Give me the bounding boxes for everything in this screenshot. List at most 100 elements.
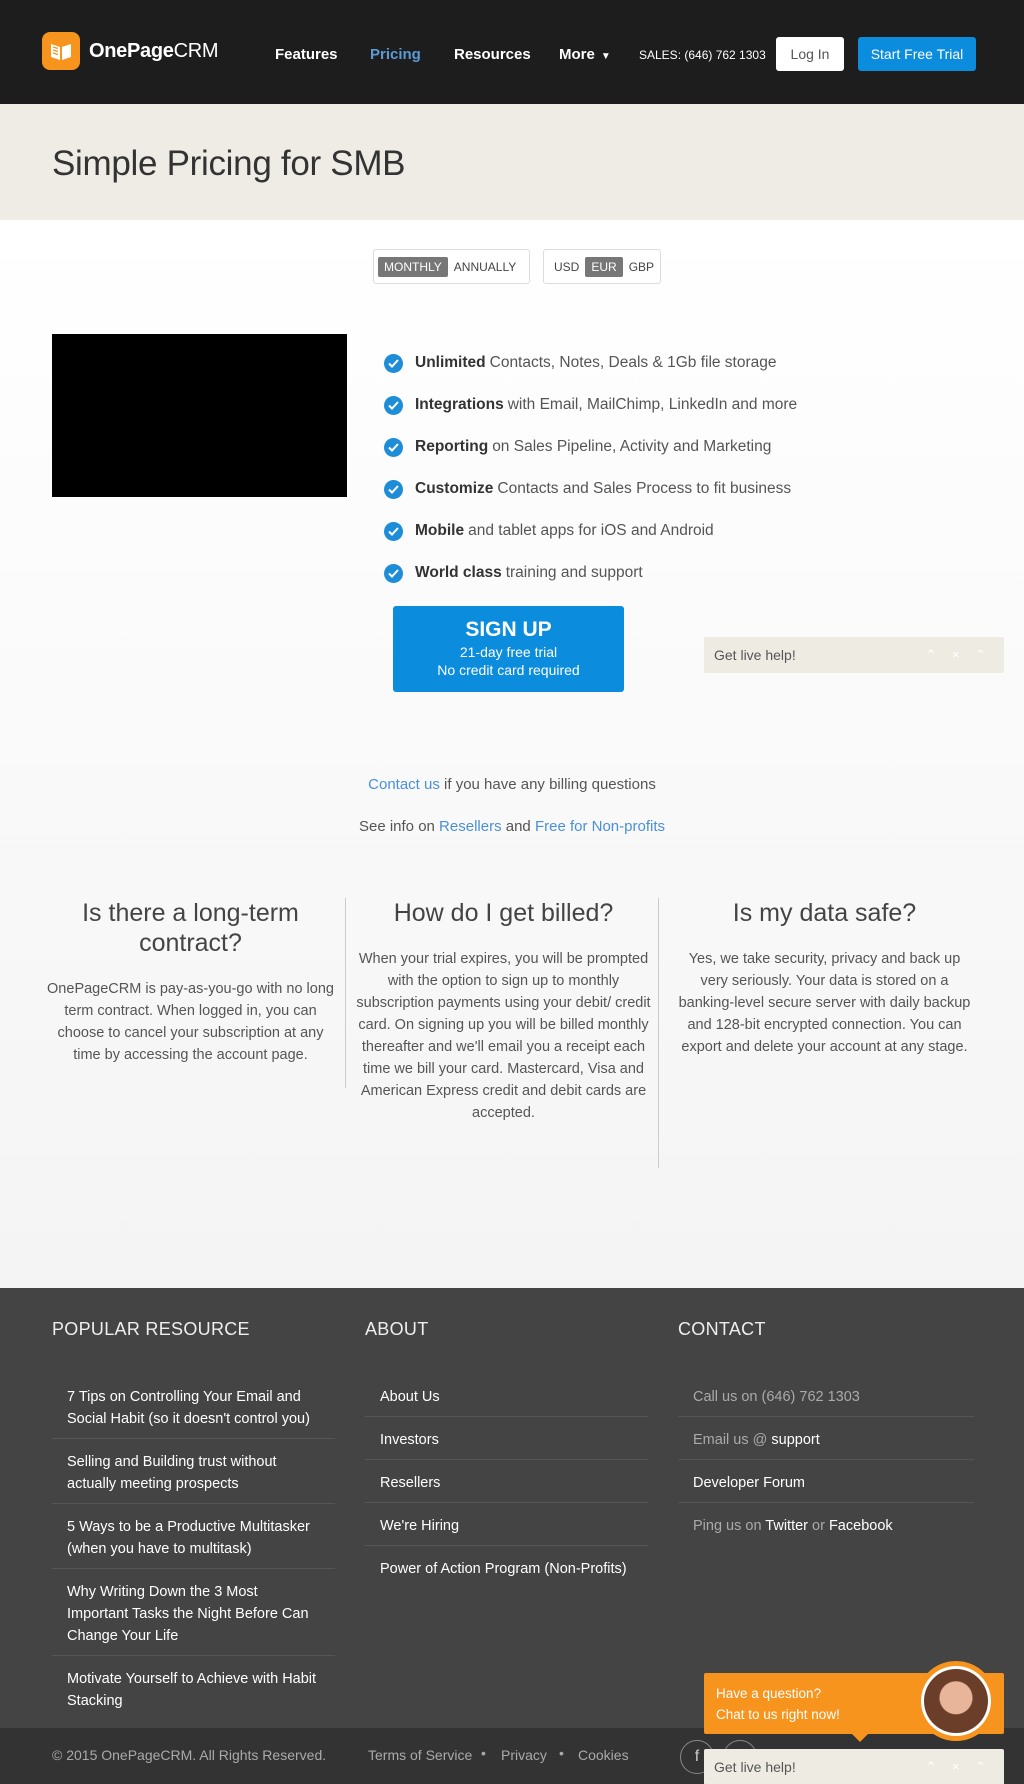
feature-text: on Sales Pipeline, Activity and Marketin…: [492, 438, 772, 455]
faq-answer: When your trial expires, you will be pro…: [356, 951, 651, 1121]
call-us-text: Call us on (646) 762 1303: [693, 1389, 860, 1405]
billing-questions-text: if you have any billing questions: [439, 776, 656, 793]
copyright: © 2015 OnePageCRM. All Rights Reserved.: [52, 1747, 327, 1763]
agent-photo: [924, 1669, 988, 1733]
cookies-link[interactable]: Cookies: [578, 1747, 629, 1763]
email-prefix: Email us @: [693, 1432, 772, 1448]
resellers-link[interactable]: Resellers: [439, 818, 502, 835]
faq-data-safety: Is my data safe? Yes, we take security, …: [668, 898, 981, 1058]
feature-item: World class training and support: [384, 552, 797, 594]
see-info-text: See info on: [358, 818, 440, 835]
resource-link[interactable]: Motivate Yourself to Achieve with Habit …: [52, 1664, 335, 1720]
feature-text: Contacts, Notes, Deals & 1Gb file storag…: [489, 354, 777, 371]
email-us: Email us @ support: [678, 1425, 974, 1460]
signup-line2: No credit card required: [437, 662, 580, 678]
feature-item: Mobile and tablet apps for iOS and Androi…: [384, 510, 797, 552]
resource-link[interactable]: Selling and Building trust without actua…: [52, 1447, 335, 1504]
faq-answer: OnePageCRM is pay-as-you-go with no long…: [47, 981, 334, 1063]
divider: [345, 898, 346, 1088]
about-link[interactable]: Investors: [365, 1425, 648, 1460]
sales-phone: SALES: (646) 762 1303: [639, 48, 766, 62]
resource-link[interactable]: 5 Ways to be a Productive Multitasker (w…: [52, 1512, 335, 1569]
feature-bold: Reporting: [415, 438, 489, 455]
chat-tail: [852, 1734, 868, 1742]
check-icon: [384, 353, 403, 373]
call-us: Call us on (646) 762 1303: [678, 1382, 974, 1417]
check-icon: [384, 437, 403, 457]
ping-prefix: Ping us on: [693, 1518, 766, 1534]
billing-questions: Contact us if you have any billing quest…: [0, 776, 1024, 793]
check-icon: [384, 563, 403, 583]
currency-toggle: USD EUR GBP: [543, 249, 661, 284]
eur-option[interactable]: EUR: [585, 256, 623, 277]
video-player[interactable]: [52, 334, 347, 497]
annually-option[interactable]: ANNUALLY: [448, 257, 522, 277]
twitter-link[interactable]: Twitter: [765, 1518, 808, 1534]
footer-heading-about: ABOUT: [365, 1319, 429, 1339]
avatar-ring: [921, 1666, 991, 1736]
privacy-link[interactable]: Privacy: [501, 1747, 547, 1763]
about-link[interactable]: Power of Action Program (Non-Profits): [365, 1554, 648, 1588]
feature-bold: Unlimited: [415, 354, 486, 371]
start-trial-button[interactable]: Start Free Trial: [858, 37, 976, 71]
feature-bold: Customize: [415, 480, 494, 497]
chevron-up-icon[interactable]: ⌃ × ⌃: [925, 1759, 992, 1775]
nonprofits-link[interactable]: Free for Non-profits: [535, 818, 665, 835]
chevron-up-icon[interactable]: ⌃ × ⌃: [925, 647, 992, 663]
signup-line1: 21-day free trial: [459, 644, 558, 660]
faq-contract: Is there a long-term contract? OnePageCR…: [34, 898, 347, 1066]
feature-item: Customize Contacts and Sales Process to f…: [384, 468, 797, 510]
hero-banner: Simple Pricing for SMB: [0, 104, 1024, 220]
contact-list: Call us on (646) 762 1303 Email us @ sup…: [678, 1382, 974, 1553]
faq-answer: Yes, we take security, privacy and back …: [678, 951, 971, 1055]
nav-features[interactable]: Features: [275, 46, 338, 63]
feature-bold: Mobile: [415, 522, 465, 539]
login-button[interactable]: Log In: [776, 37, 844, 71]
or-text: or: [808, 1518, 829, 1534]
faq-question: Is there a long-term contract?: [82, 899, 299, 957]
about-link[interactable]: We're Hiring: [365, 1511, 648, 1546]
monthly-option[interactable]: MONTHLY: [378, 256, 448, 277]
agent-avatar[interactable]: [916, 1661, 996, 1741]
caret-down-icon: ▼: [600, 51, 611, 62]
resource-link[interactable]: Why Writing Down the 3 Most Important Ta…: [52, 1577, 335, 1656]
about-link[interactable]: About Us: [365, 1382, 648, 1417]
about-link[interactable]: Resellers: [365, 1468, 648, 1503]
page-title: Simple Pricing for SMB: [52, 144, 406, 183]
ping-us: Ping us on Twitter or Facebook: [678, 1511, 974, 1545]
faq-billing: How do I get billed? When your trial exp…: [347, 898, 660, 1124]
developer-forum-link[interactable]: Developer Forum: [678, 1468, 974, 1503]
about-list: About Us Investors Resellers We're Hirin…: [365, 1382, 648, 1596]
faq-question: How do I get billed?: [393, 899, 614, 927]
signup-title: SIGN UP: [465, 618, 552, 641]
live-help-bar-bottom[interactable]: Get live help! ⌃ × ⌃: [704, 1749, 1004, 1784]
contact-us-link[interactable]: Contact us: [368, 776, 440, 793]
signup-button[interactable]: SIGN UP 21-day free trial No credit card…: [393, 606, 624, 692]
and-text: and: [501, 818, 535, 835]
check-icon: [384, 395, 403, 415]
resource-link[interactable]: 7 Tips on Controlling Your Email and Soc…: [52, 1382, 335, 1439]
support-email-link[interactable]: support: [771, 1432, 819, 1448]
live-help-bar[interactable]: Get live help! ⌃ × ⌃: [704, 637, 1004, 673]
check-icon: [384, 521, 403, 541]
gbp-option[interactable]: GBP: [623, 257, 660, 277]
nav-resources[interactable]: Resources: [454, 46, 531, 63]
usd-option[interactable]: USD: [548, 257, 585, 277]
logo-icon: [42, 32, 80, 70]
billing-period-toggle: MONTHLY ANNUALLY: [373, 249, 530, 284]
live-help-label: Get live help!: [714, 1759, 796, 1775]
terms-link[interactable]: Terms of Service: [368, 1747, 472, 1763]
live-help-label: Get live help!: [714, 647, 796, 663]
logo-text: OnePageCRM: [89, 40, 219, 63]
facebook-link[interactable]: Facebook: [829, 1518, 893, 1534]
separator-dot: •: [481, 1745, 486, 1761]
feature-text: Contacts and Sales Process to fit busine…: [497, 480, 792, 497]
feature-text: and tablet apps for iOS and Android: [468, 522, 714, 539]
nav-more-label: More: [559, 46, 595, 63]
reseller-info: See info on Resellers and Free for Non-p…: [0, 818, 1024, 835]
nav-pricing[interactable]: Pricing: [370, 46, 421, 63]
feature-bold: Integrations: [415, 396, 504, 413]
logo[interactable]: OnePageCRM: [42, 32, 219, 70]
feature-list: Unlimited Contacts, Notes, Deals & 1Gb fi…: [384, 342, 797, 594]
nav-more[interactable]: More ▼: [559, 46, 611, 63]
